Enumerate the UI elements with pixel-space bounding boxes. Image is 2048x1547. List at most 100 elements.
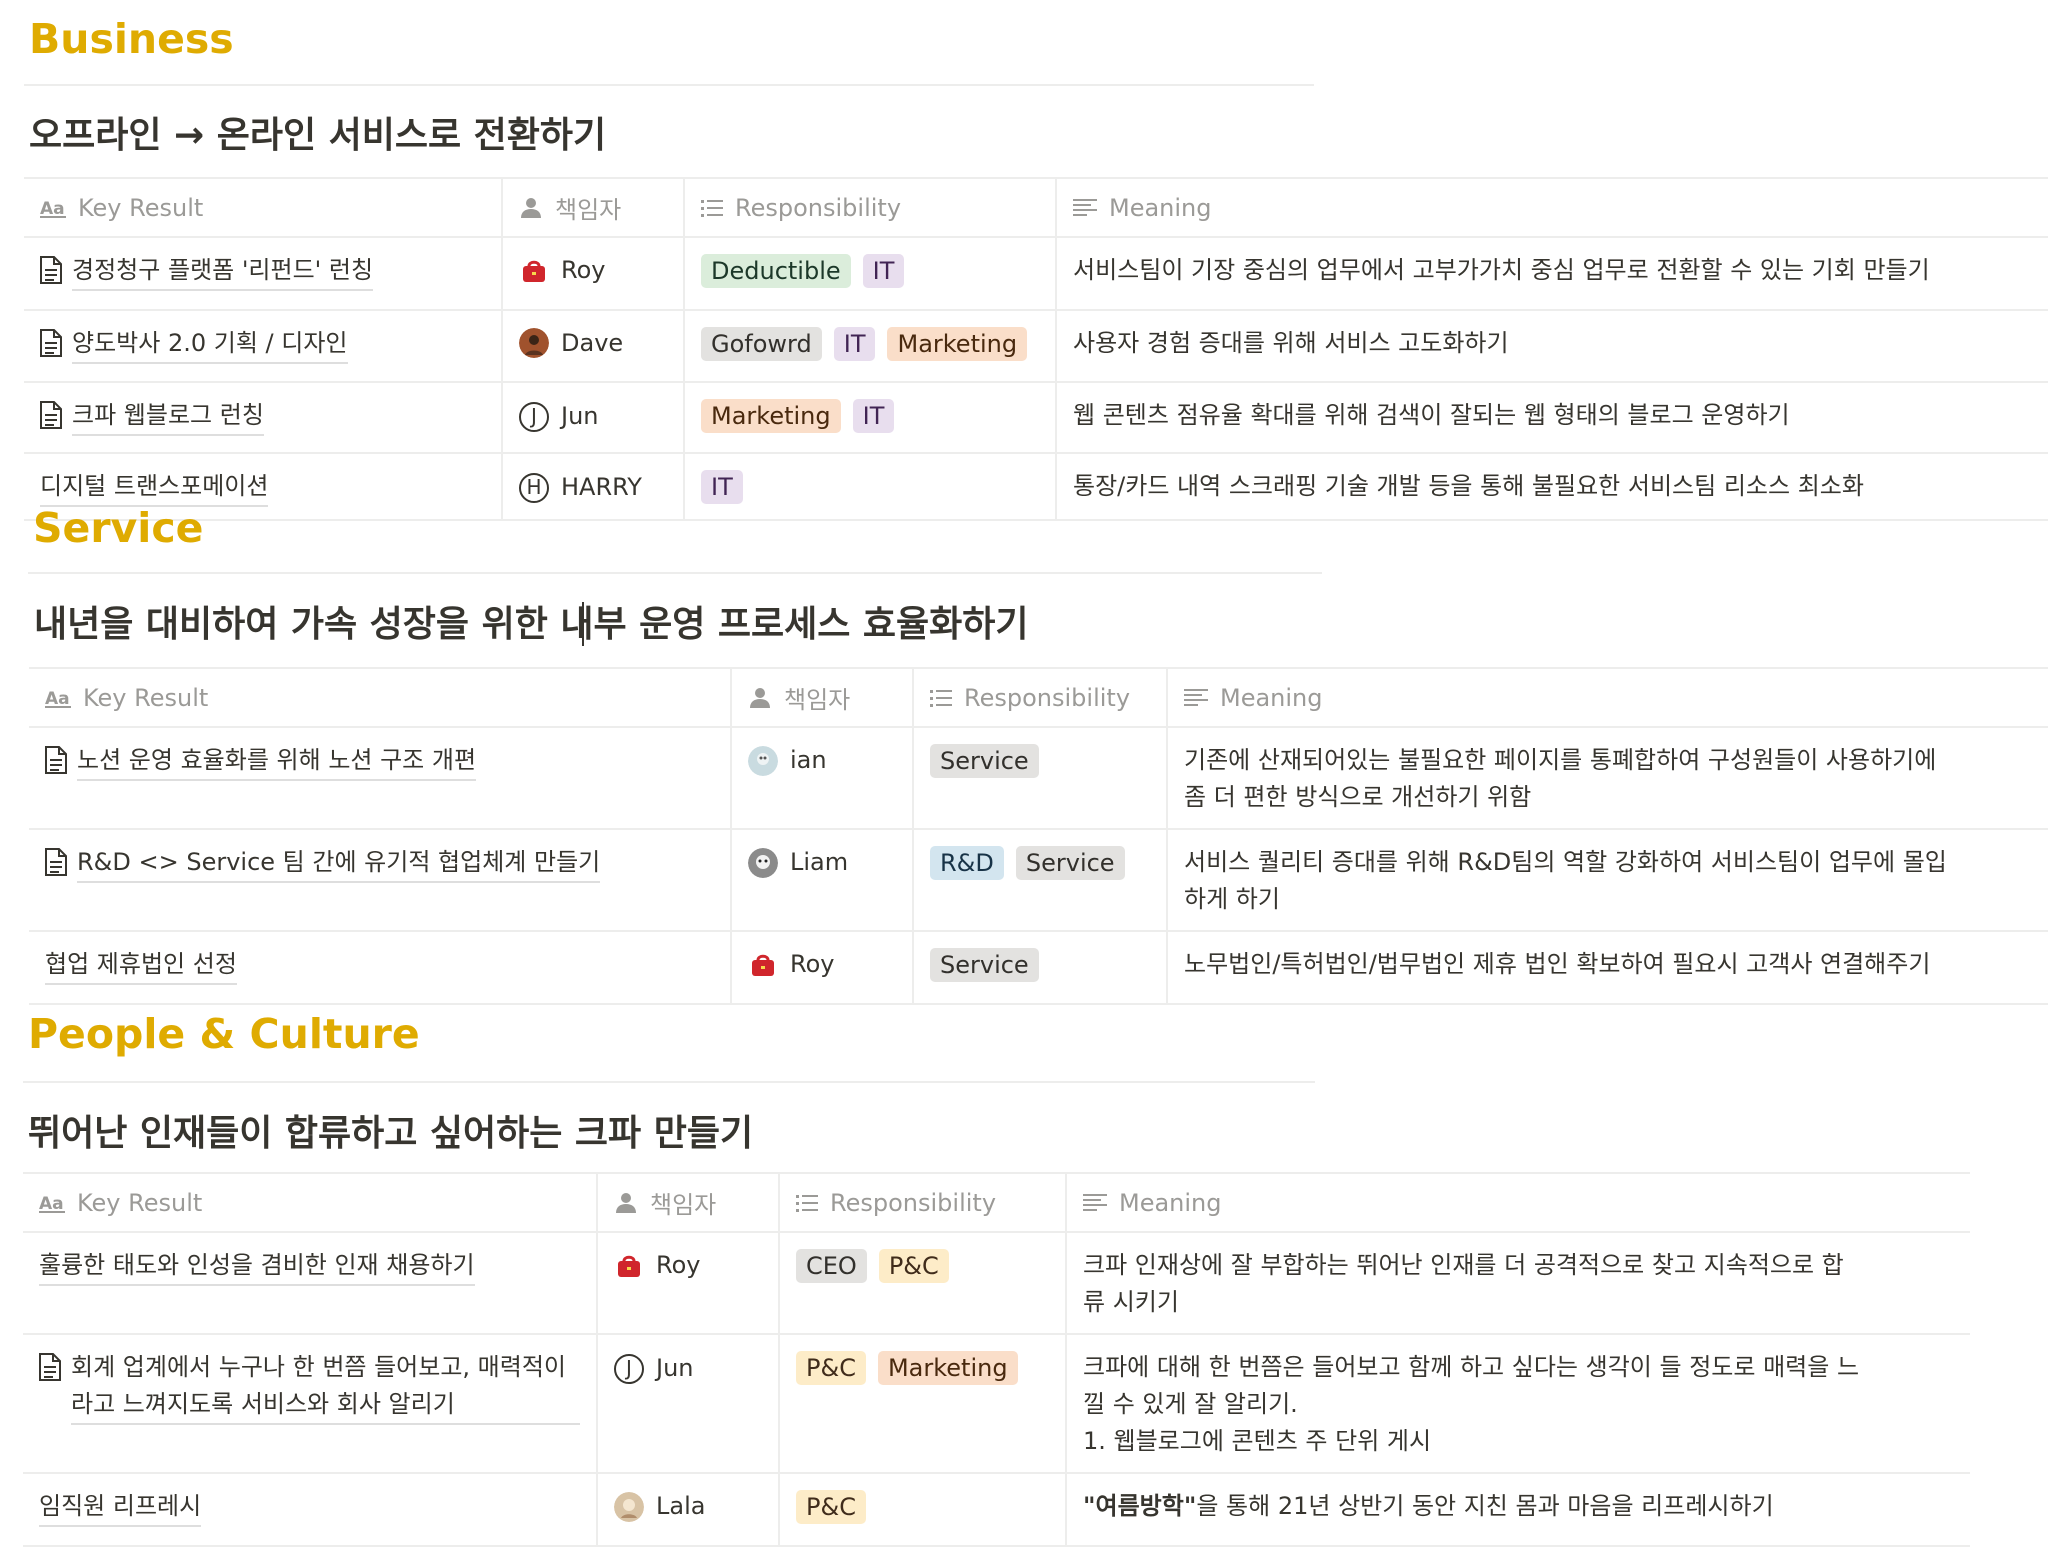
meaning-highlight: "여름방학" bbox=[1083, 1492, 1197, 1520]
table-row[interactable]: 크파 웹블로그 런칭 J Jun Marketing IT 웹 콘텐츠 점유율 확대… bbox=[24, 382, 2048, 454]
tag: IT bbox=[701, 470, 743, 504]
column-header-key-result[interactable]: Aa Key Result bbox=[23, 1172, 598, 1233]
column-label: Responsibility bbox=[964, 684, 1131, 712]
key-result-link[interactable]: 경정청구 플랫폼 '리펀드' 런칭 bbox=[72, 252, 374, 291]
key-result-cell[interactable]: 협업 제휴법인 선정 bbox=[29, 931, 732, 1005]
tag: IT bbox=[862, 254, 905, 288]
responsibility-cell[interactable]: P&C bbox=[779, 1473, 1067, 1547]
column-header-owner[interactable]: 책임자 bbox=[731, 667, 914, 728]
tag: Gofowrd bbox=[701, 326, 822, 361]
table-row[interactable]: 협업 제휴법인 선정 Roy Service 노무법인/특허법인/법무법인 제휴… bbox=[29, 931, 2048, 1005]
responsibility-cell[interactable]: Deductible IT bbox=[684, 237, 1057, 311]
key-result-cell[interactable]: 회계 업계에서 누구나 한 번쯤 들어보고, 매력적이라고 느껴지도록 서비스와… bbox=[23, 1334, 598, 1474]
red-bag-avatar bbox=[614, 1251, 644, 1281]
responsibility-cell[interactable]: IT bbox=[684, 453, 1057, 521]
column-header-meaning[interactable]: Meaning bbox=[1066, 1172, 1970, 1233]
meaning-cell[interactable]: "여름방학"을 통해 21년 상반기 동안 지친 몸과 마음을 리프레시하기 bbox=[1066, 1473, 1970, 1547]
table-header-row: Aa Key Result 책임자 Responsibility Meaning bbox=[29, 667, 2048, 728]
key-result-cell[interactable]: 양도박사 2.0 기획 / 디자인 bbox=[24, 309, 503, 383]
responsibility-cell[interactable]: Service bbox=[913, 931, 1168, 1005]
responsibility-cell[interactable]: Marketing IT bbox=[684, 382, 1057, 454]
key-result-link[interactable]: 디지털 트랜스포메이션 bbox=[40, 468, 269, 507]
column-header-meaning[interactable]: Meaning bbox=[1056, 177, 2048, 238]
responsibility-cell[interactable]: Gofowrd IT Marketing bbox=[684, 309, 1057, 383]
owner-cell[interactable]: J Jun bbox=[597, 1334, 780, 1474]
column-label: Meaning bbox=[1119, 1189, 1222, 1217]
key-result-link[interactable]: 노션 운영 효율화를 위해 노션 구조 개편 bbox=[77, 742, 477, 781]
divider bbox=[23, 1081, 1315, 1083]
key-result-cell[interactable]: 노션 운영 효율화를 위해 노션 구조 개편 bbox=[29, 727, 732, 830]
owner-cell[interactable]: Roy bbox=[597, 1232, 780, 1335]
key-result-link[interactable]: 협업 제휴법인 선정 bbox=[45, 946, 237, 985]
column-header-meaning[interactable]: Meaning bbox=[1167, 667, 2048, 728]
key-result-link[interactable]: 회계 업계에서 누구나 한 번쯤 들어보고, 매력적이라고 느껴지도록 서비스와… bbox=[71, 1349, 580, 1425]
column-header-key-result[interactable]: Aa Key Result bbox=[29, 667, 732, 728]
key-result-cell[interactable]: R&D <> Service 팀 간에 유기적 협업체계 만들기 bbox=[29, 829, 732, 932]
owner-name: Dave bbox=[561, 328, 624, 357]
page-icon bbox=[40, 256, 62, 284]
table-row[interactable]: 양도박사 2.0 기획 / 디자인 Dave Gofowrd IT Marketin… bbox=[24, 309, 2048, 383]
meaning-cell[interactable]: 기존에 산재되어있는 불필요한 페이지를 통폐합하여 구성원들이 사용하기에 좀 … bbox=[1167, 727, 2048, 830]
tag: IT bbox=[833, 326, 876, 361]
owner-cell[interactable]: Roy bbox=[731, 931, 914, 1005]
objective-heading[interactable]: 오프라인 → 온라인 서비스로 전환하기 bbox=[29, 118, 606, 154]
table-header-row: Aa Key Result 책임자 Responsibility Meaning bbox=[23, 1172, 1970, 1233]
owner-cell[interactable]: Roy bbox=[502, 237, 685, 311]
responsibility-cell[interactable]: R&D Service bbox=[913, 829, 1168, 932]
owner-cell[interactable]: Liam bbox=[731, 829, 914, 932]
meaning-cell[interactable]: 크파 인재상에 잘 부합하는 뛰어난 인재를 더 공격적으로 찾고 지속적으로 … bbox=[1066, 1232, 1970, 1335]
key-result-cell[interactable]: 훌륭한 태도와 인성을 겸비한 인재 채용하기 bbox=[23, 1232, 598, 1335]
table-row[interactable]: 훌륭한 태도와 인성을 겸비한 인재 채용하기 Roy CEO P&C 크파 인재… bbox=[23, 1232, 1970, 1335]
tag: Service bbox=[1015, 846, 1125, 880]
meaning-text: 웹 콘텐츠 점유율 확대를 위해 검색이 잘되는 웹 형태의 블로그 운영하기 bbox=[1073, 401, 1790, 429]
column-header-owner[interactable]: 책임자 bbox=[597, 1172, 780, 1233]
column-header-key-result[interactable]: Aa Key Result bbox=[24, 177, 503, 238]
table-row[interactable]: 경정청구 플랫폼 '리펀드' 런칭 Roy Deductible IT 서비스팀이… bbox=[24, 237, 2048, 311]
owner-cell[interactable]: Lala bbox=[597, 1473, 780, 1547]
owner-name: ian bbox=[790, 746, 827, 774]
key-result-link[interactable]: 양도박사 2.0 기획 / 디자인 bbox=[72, 325, 348, 364]
meaning-text: 크파 인재상에 잘 부합하는 뛰어난 인재를 더 공격적으로 찾고 지속적으로 … bbox=[1083, 1251, 1844, 1279]
key-result-cell[interactable]: 임직원 리프레시 bbox=[23, 1473, 598, 1547]
objective-heading[interactable]: 뛰어난 인재들이 합류하고 싶어하는 크파 만들기 bbox=[28, 1116, 753, 1152]
meaning-text: 노무법인/특허법인/법무법인 제휴 법인 확보하여 필요시 고객사 연결해주기 bbox=[1184, 950, 1931, 978]
meaning-cell[interactable]: 통장/카드 내역 스크래핑 기술 개발 등을 통해 불필요한 서비스팀 리소스 … bbox=[1056, 453, 2048, 521]
owner-cell[interactable]: H HARRY bbox=[502, 453, 685, 521]
meaning-cell[interactable]: 웹 콘텐츠 점유율 확대를 위해 검색이 잘되는 웹 형태의 블로그 운영하기 bbox=[1056, 382, 2048, 454]
table-row[interactable]: R&D <> Service 팀 간에 유기적 협업체계 만들기 Liam R&… bbox=[29, 829, 2048, 932]
meaning-cell[interactable]: 서비스팀이 기장 중심의 업무에서 고부가가치 중심 업무로 전환할 수 있는 … bbox=[1056, 237, 2048, 311]
column-label: Key Result bbox=[83, 684, 209, 712]
table-row[interactable]: 임직원 리프레시 Lala P&C "여름방학"을 통해 21년 상반기 동안 … bbox=[23, 1473, 1970, 1547]
column-header-responsibility[interactable]: Responsibility bbox=[684, 177, 1057, 238]
meaning-cell[interactable]: 크파에 대해 한 번쯤은 들어보고 함께 하고 싶다는 생각이 들 정도로 매력… bbox=[1066, 1334, 1970, 1474]
column-header-owner[interactable]: 책임자 bbox=[502, 177, 685, 238]
column-header-responsibility[interactable]: Responsibility bbox=[779, 1172, 1067, 1233]
meaning-text: 통장/카드 내역 스크래핑 기술 개발 등을 통해 불필요한 서비스팀 리소스 … bbox=[1073, 472, 1864, 500]
owner-cell[interactable]: ian bbox=[731, 727, 914, 830]
owner-name: Jun bbox=[561, 402, 599, 430]
table-row[interactable]: 노션 운영 효율화를 위해 노션 구조 개편 ian Service 기존에 산… bbox=[29, 727, 2048, 830]
meaning-cell[interactable]: 사용자 경험 증대를 위해 서비스 고도화하기 bbox=[1056, 309, 2048, 383]
meaning-text: 낄 수 있게 잘 알리기. bbox=[1083, 1390, 1298, 1418]
meaning-cell[interactable]: 노무법인/특허법인/법무법인 제휴 법인 확보하여 필요시 고객사 연결해주기 bbox=[1167, 931, 2048, 1005]
key-result-cell[interactable]: 크파 웹블로그 런칭 bbox=[24, 382, 503, 454]
responsibility-cell[interactable]: CEO P&C bbox=[779, 1232, 1067, 1335]
text-cursor bbox=[582, 602, 584, 646]
key-result-link[interactable]: 크파 웹블로그 런칭 bbox=[72, 397, 264, 436]
meaning-cell[interactable]: 서비스 퀄리티 증대를 위해 R&D팀의 역할 강화하여 서비스팀이 업무에 몰… bbox=[1167, 829, 2048, 932]
owner-cell[interactable]: Dave bbox=[502, 309, 685, 383]
key-result-cell[interactable]: 경정청구 플랫폼 '리펀드' 런칭 bbox=[24, 237, 503, 311]
text-aa-icon: Aa bbox=[39, 1193, 65, 1213]
table-row[interactable]: 디지털 트랜스포메이션 H HARRY IT 통장/카드 내역 스크래핑 기술 개… bbox=[24, 453, 2048, 521]
column-header-responsibility[interactable]: Responsibility bbox=[913, 667, 1168, 728]
key-result-link[interactable]: 임직원 리프레시 bbox=[39, 1488, 202, 1527]
photo-avatar-ian bbox=[748, 745, 778, 776]
table-row[interactable]: 회계 업계에서 누구나 한 번쯤 들어보고, 매력적이라고 느껴지도록 서비스와… bbox=[23, 1334, 1970, 1474]
owner-cell[interactable]: J Jun bbox=[502, 382, 685, 454]
objective-heading[interactable]: 내년을 대비하여 가속 성장을 위한 내부 운영 프로세스 효율화하기 bbox=[34, 607, 1029, 643]
responsibility-cell[interactable]: Service bbox=[913, 727, 1168, 830]
responsibility-cell[interactable]: P&C Marketing bbox=[779, 1334, 1067, 1474]
key-result-link[interactable]: R&D <> Service 팀 간에 유기적 협업체계 만들기 bbox=[77, 844, 601, 883]
owner-name: Jun bbox=[656, 1354, 694, 1382]
key-result-link[interactable]: 훌륭한 태도와 인성을 겸비한 인재 채용하기 bbox=[39, 1247, 475, 1286]
